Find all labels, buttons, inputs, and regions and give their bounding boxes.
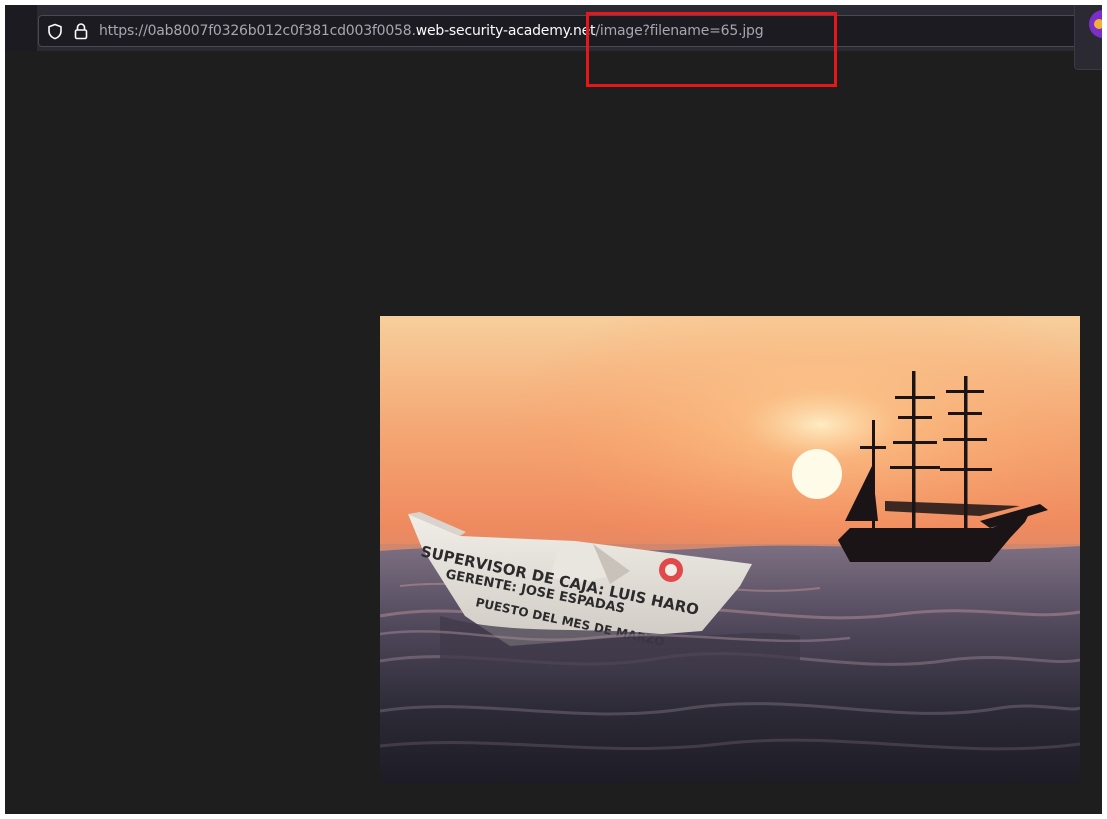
shield-icon[interactable]	[47, 23, 63, 44]
url-scheme: https://	[99, 23, 148, 39]
url-subdomain: 0ab8007f0326b012c0f381cd003f0058.	[147, 23, 416, 39]
extension-area	[1074, 5, 1102, 70]
extension-icon[interactable]	[1089, 10, 1102, 38]
browser-toolbar: https://0ab8007f0326b012c0f381cd003f0058…	[5, 5, 1102, 70]
lock-icon[interactable]	[74, 22, 88, 44]
sun-shape	[792, 449, 842, 499]
toolbar-left-edge	[5, 5, 37, 51]
url-host: web-security-academy.net	[415, 23, 596, 39]
browser-window: https://0ab8007f0326b012c0f381cd003f0058…	[5, 5, 1102, 814]
sunset-sea-ship-image: SUPERVISOR DE CAJA: LUIS HARO GERENTE: J…	[380, 316, 1080, 783]
address-bar[interactable]: https://0ab8007f0326b012c0f381cd003f0058…	[38, 15, 1078, 47]
annotation-highlight-box	[586, 12, 837, 87]
